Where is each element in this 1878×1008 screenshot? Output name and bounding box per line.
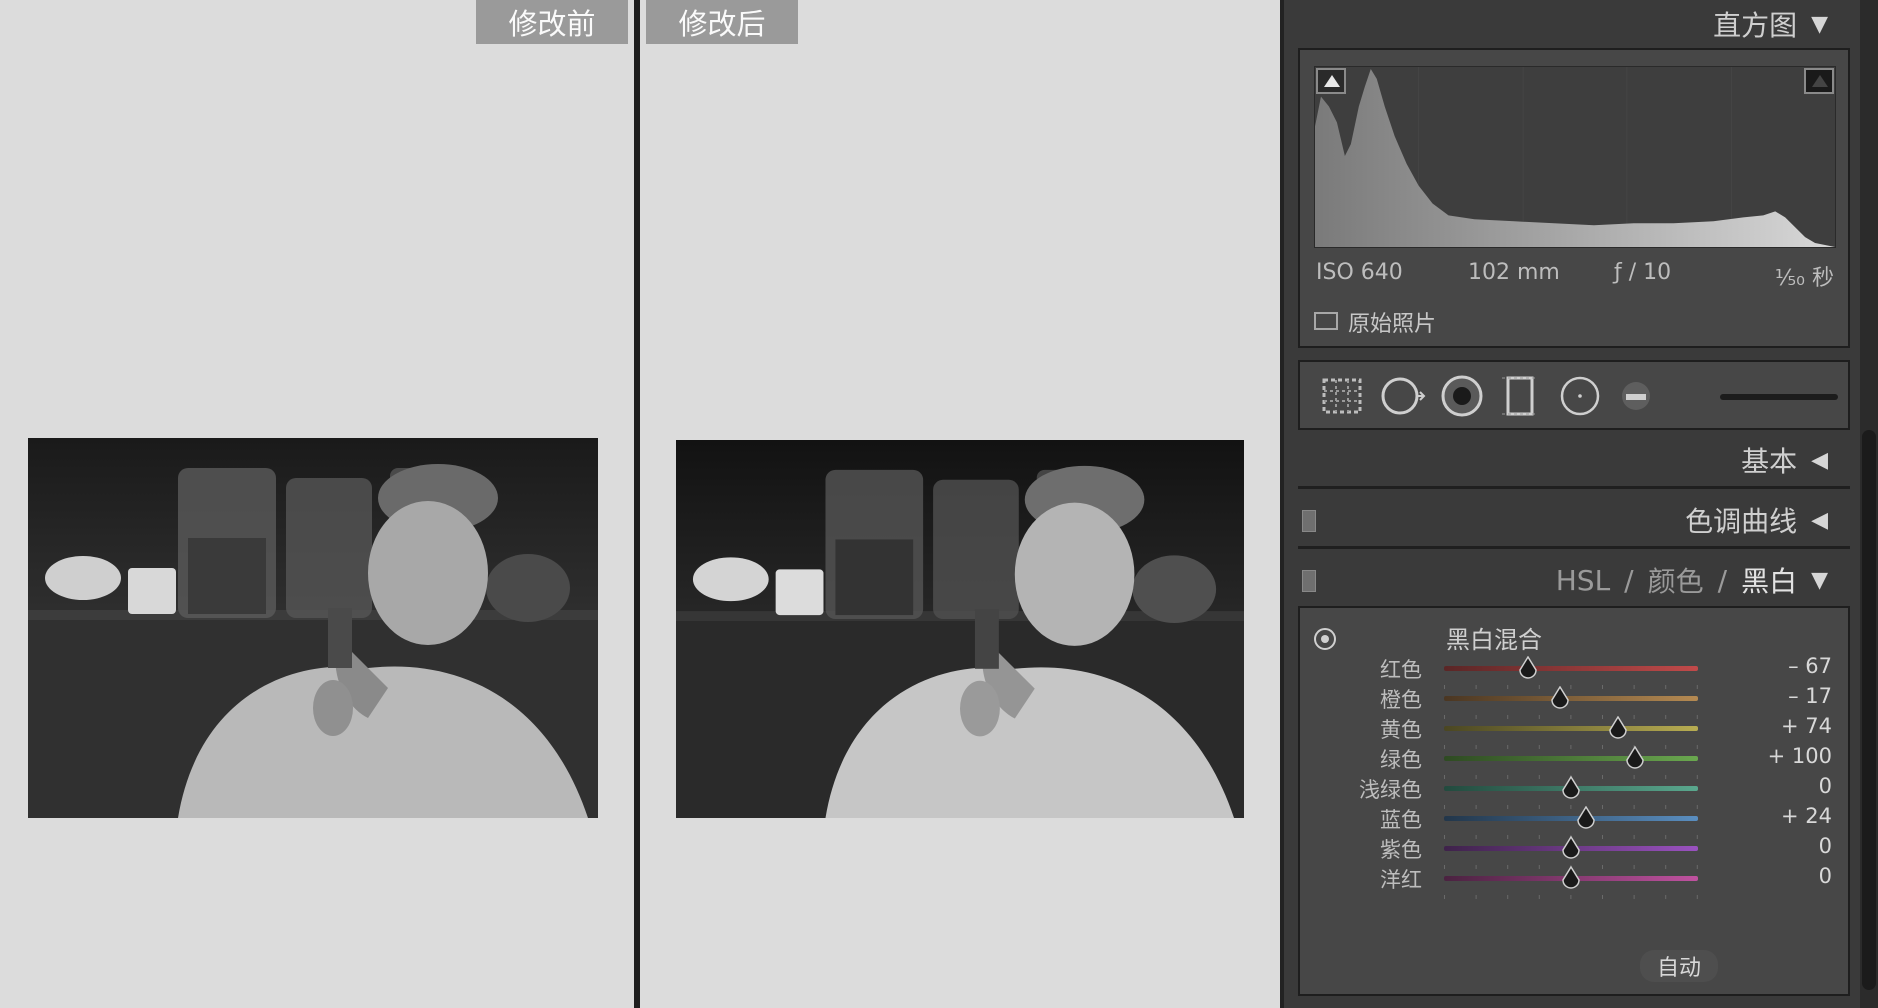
adjustment-brush-icon[interactable] [1612, 372, 1660, 420]
before-pane: 修改前 [0, 0, 634, 1008]
scrollbar-thumb[interactable] [1862, 430, 1876, 990]
after-label: 修改后 [646, 0, 798, 44]
radial-filter-icon[interactable] [1556, 372, 1604, 420]
graduated-filter-icon[interactable] [1496, 372, 1544, 420]
bw-slider-thumb[interactable] [1561, 835, 1581, 860]
before-photo [28, 438, 598, 818]
bw-slider-row: 橙色 – 17 [1300, 684, 1852, 719]
after-photo [676, 440, 1244, 818]
collapse-left-icon[interactable]: ◀ [1811, 508, 1828, 533]
bw-slider-row: 黄色 + 74 [1300, 714, 1852, 749]
bw-slider-label: 黄色 [1380, 718, 1422, 742]
tab-bw[interactable]: 黑白 [1741, 560, 1797, 600]
bw-slider-row: 洋红 0 [1300, 864, 1852, 899]
bw-slider-row: 浅绿色 0 [1300, 774, 1852, 809]
bw-slider-ticks [1444, 824, 1698, 839]
bw-slider-thumb[interactable] [1561, 865, 1581, 890]
bw-slider-value[interactable]: – 17 [1788, 684, 1832, 708]
after-photo-image [676, 440, 1244, 818]
histogram-curve [1315, 67, 1835, 247]
bw-slider-track[interactable] [1444, 816, 1698, 821]
collapse-down-icon[interactable]: ▼ [1811, 12, 1828, 37]
tool-strip [1298, 360, 1850, 430]
histogram-header[interactable]: 直方图 ▼ [1298, 0, 1846, 48]
red-eye-icon[interactable] [1438, 372, 1486, 420]
auto-button[interactable]: 自动 [1640, 950, 1718, 982]
after-pane: 修改后 [640, 0, 1280, 1008]
bw-slider-track[interactable] [1444, 696, 1698, 701]
bw-slider-thumb[interactable] [1561, 775, 1581, 800]
bw-slider-value[interactable]: 0 [1819, 864, 1832, 888]
original-photo-checkbox[interactable] [1314, 312, 1338, 330]
bw-slider-label: 浅绿色 [1359, 778, 1422, 802]
tone-curve-toggle[interactable] [1302, 510, 1316, 532]
basic-header[interactable]: 基本 ◀ [1298, 436, 1846, 484]
histogram-graph[interactable] [1314, 66, 1836, 248]
tab-separator: / [1717, 563, 1728, 597]
section-divider [1298, 486, 1850, 489]
collapse-left-icon[interactable]: ◀ [1811, 448, 1828, 473]
histogram-box: ISO 640 102 mm ƒ / 10 ¹⁄₅₀ 秒 原始照片 [1298, 48, 1850, 348]
bw-slider-thumb[interactable] [1550, 685, 1570, 710]
bw-slider-value[interactable]: + 74 [1781, 714, 1832, 738]
basic-title: 基本 [1741, 445, 1798, 478]
bw-slider-thumb[interactable] [1608, 715, 1628, 740]
bw-slider-row: 绿色 + 100 [1300, 744, 1852, 779]
bw-slider-value[interactable]: – 67 [1788, 654, 1832, 678]
brush-size-slider[interactable] [1720, 394, 1838, 400]
bw-slider-value[interactable]: 0 [1819, 774, 1832, 798]
original-photo-label: 原始照片 [1348, 312, 1437, 337]
exif-iso: ISO 640 [1316, 260, 1403, 285]
exif-shutter: ¹⁄₅₀ 秒 [1774, 266, 1834, 291]
bw-slider-thumb[interactable] [1518, 655, 1538, 680]
bw-mix-title: 黑白混合 [1446, 626, 1542, 654]
collapse-down-icon[interactable]: ▼ [1811, 568, 1828, 593]
bw-slider-track[interactable] [1444, 666, 1698, 671]
tab-separator: / [1624, 563, 1634, 597]
bw-slider-value[interactable]: 0 [1819, 834, 1832, 858]
bw-slider-ticks [1444, 674, 1698, 689]
bw-slider-row: 蓝色 + 24 [1300, 804, 1852, 839]
highlight-clipping-toggle[interactable] [1804, 68, 1834, 94]
tab-color[interactable]: 颜色 [1648, 560, 1704, 600]
before-label: 修改前 [476, 0, 628, 44]
bw-slider-track[interactable] [1444, 726, 1698, 731]
develop-panel: 直方图 ▼ ISO 640 102 mm ƒ / 10 ¹⁄₅₀ 秒 原始照片 … [1280, 0, 1878, 1008]
tab-hsl[interactable]: HSL [1556, 564, 1610, 597]
bw-slider-row: 红色 – 67 [1300, 654, 1852, 689]
bw-slider-thumb[interactable] [1625, 745, 1645, 770]
bw-slider-label: 红色 [1380, 658, 1422, 682]
tone-curve-title: 色调曲线 [1685, 505, 1798, 538]
hsl-header[interactable]: HSL / 颜色 / 黑白 ▼ [1298, 556, 1846, 604]
crop-overlay-icon[interactable] [1318, 372, 1366, 420]
bw-slider-thumb[interactable] [1576, 805, 1596, 830]
bw-slider-ticks [1444, 764, 1698, 779]
bw-slider-label: 紫色 [1380, 838, 1422, 862]
histogram-title: 直方图 [1713, 9, 1798, 42]
bw-slider-value[interactable]: + 100 [1768, 744, 1832, 768]
exif-focal-length: 102 mm [1468, 260, 1560, 285]
bw-slider-ticks [1444, 704, 1698, 719]
panel-scrollbar[interactable] [1860, 0, 1878, 1008]
bw-mix-panel: 黑白混合 红色 – 67 橙色 – 17 黄色 + 74 绿色 + 100 浅绿色 0 蓝色 + 24… [1298, 606, 1850, 996]
hsl-toggle[interactable] [1302, 570, 1316, 592]
bw-slider-label: 洋红 [1380, 868, 1422, 892]
tone-curve-header[interactable]: 色调曲线 ◀ [1298, 496, 1846, 544]
exif-aperture: ƒ / 10 [1614, 260, 1672, 285]
bw-slider-value[interactable]: + 24 [1781, 804, 1832, 828]
bw-slider-label: 橙色 [1380, 688, 1422, 712]
bw-slider-ticks [1444, 734, 1698, 749]
bw-slider-label: 绿色 [1380, 748, 1422, 772]
bw-slider-row: 紫色 0 [1300, 834, 1852, 869]
bw-slider-label: 蓝色 [1380, 808, 1422, 832]
shadow-clipping-toggle[interactable] [1316, 68, 1346, 94]
spot-removal-icon[interactable] [1378, 372, 1426, 420]
section-divider [1298, 546, 1850, 549]
before-photo-image [28, 438, 598, 818]
bw-slider-track[interactable] [1444, 756, 1698, 761]
target-adjust-icon[interactable] [1314, 628, 1336, 650]
